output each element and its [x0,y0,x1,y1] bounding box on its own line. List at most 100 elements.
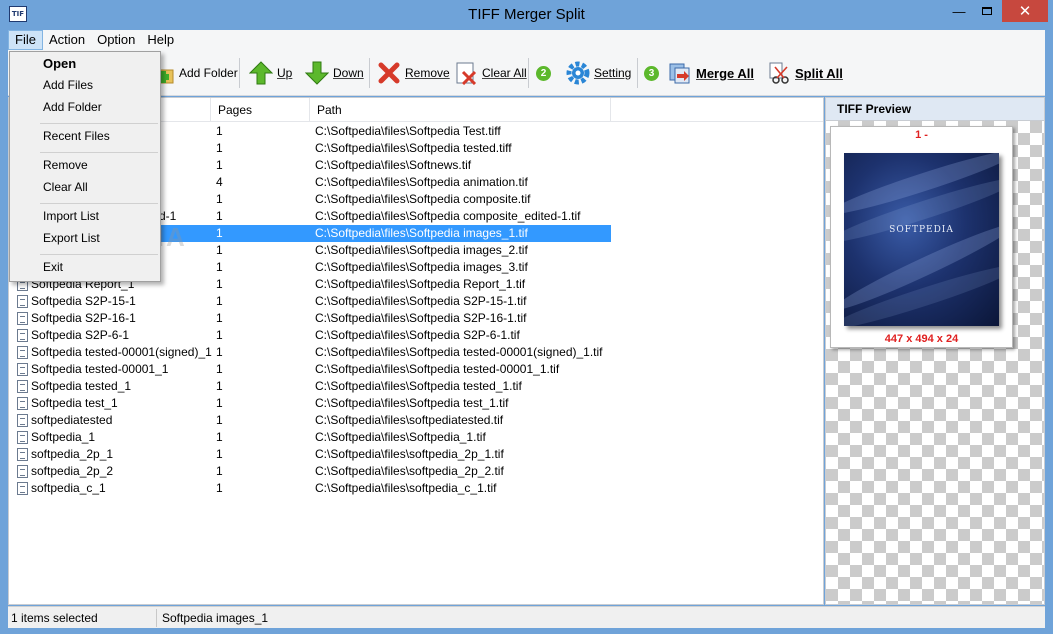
file-name-cell: Softpedia tested-00001_1 [31,362,169,376]
table-row[interactable]: softpedia_2p_1 1 C:\Softpedia\files\softpe… [9,446,823,463]
path-cell: C:\Softpedia\files\Softpedia test_1.tif [315,396,509,410]
pages-cell: 1 [216,192,223,206]
tiff-file-icon [17,380,28,393]
toolbar-separator [637,58,638,88]
thumbnail-dimensions: 447 x 494 x 24 [884,333,959,345]
pages-cell: 1 [216,362,223,376]
merge-all-button[interactable]: Merge All [668,59,754,87]
pages-cell: 1 [216,464,223,478]
menu-separator [40,123,158,124]
add-folder-button[interactable]: Add Folder [151,59,238,87]
split-all-button[interactable]: Split All [767,59,843,87]
menu-file[interactable]: File [8,30,43,50]
status-bar: 1 items selected Softpedia images_1 [8,606,1045,628]
file-name-cell: Softpedia S2P-16-1 [31,311,136,325]
table-row[interactable]: Softpedia test_1 1 C:\Softpedia\files\Soft… [9,395,823,412]
file-name-cell: softpedia_2p_1 [31,447,114,461]
pages-cell: 1 [216,413,223,427]
remove-button[interactable]: Remove [377,59,450,87]
table-row[interactable]: Softpedia S2P-16-1 1 C:\Softpedia\files\So… [9,310,823,327]
thumbnail-image: SOFTPEDIA [844,153,999,326]
tiff-file-icon [17,465,28,478]
table-row[interactable]: softpedia_c_1 1 C:\Softpedia\files\softped… [9,480,823,497]
pages-cell: 1 [216,430,223,444]
thumbnail-card[interactable]: 1 - SOFTPEDIA 447 x 494 x 24 [830,126,1013,348]
table-row[interactable]: Softpedia tested_1 1 C:\Softpedia\files\So… [9,378,823,395]
menu-item-open[interactable]: Open [11,53,159,74]
menu-separator [40,254,158,255]
pages-cell: 1 [216,226,223,240]
menu-item-remove[interactable]: Remove [11,155,159,176]
path-cell: C:\Softpedia\files\Softpedia animation.t… [315,175,528,189]
close-button[interactable]: ✕ [1002,0,1048,22]
table-row[interactable]: Softpedia S2P-15-1 1 C:\Softpedia\files\So… [9,293,823,310]
pages-cell: 1 [216,447,223,461]
path-cell: C:\Softpedia\files\Softpedia S2P-6-1.tif [315,328,520,342]
path-cell: C:\Softpedia\files\Softpedia tested-0000… [315,362,560,376]
up-label: Up [277,66,293,80]
table-row[interactable]: Softpedia S2P-6-1 1 C:\Softpedia\files\Sof… [9,327,823,344]
toolbar-separator [239,58,240,88]
file-name-cell: softpediatested [31,413,113,427]
up-button[interactable]: Up [248,59,293,87]
path-cell: C:\Softpedia\files\Softpedia images_2.ti… [315,243,528,257]
file-name-cell: Softpedia_1 [31,430,96,444]
path-cell: C:\Softpedia\files\Softpedia images_1.ti… [315,226,528,240]
preview-title: TIFF Preview [826,98,1044,121]
tiff-file-icon [17,295,28,308]
menu-item-import-list[interactable]: Import List [11,206,159,227]
setting-label: Setting [594,66,632,80]
menu-item-export-list[interactable]: Export List [11,228,159,249]
table-row[interactable]: Softpedia tested-00001(signed)_1 1 C:\Soft… [9,344,823,361]
menu-item-exit[interactable]: Exit [11,257,159,278]
minimize-button[interactable]: — [944,0,974,22]
step-2-icon: 2 [536,65,551,81]
tiff-file-icon [17,448,28,461]
path-cell: C:\Softpedia\files\Softpedia Test.tiff [315,124,501,138]
add-folder-label: Add Folder [179,66,238,80]
path-cell: C:\Softpedia\files\Softpedia_1.tif [315,430,486,444]
path-cell: C:\Softpedia\files\Softpedia Report_1.ti… [315,277,526,291]
pages-cell: 4 [216,175,223,189]
maximize-icon [982,7,992,15]
column-header-path[interactable]: Path [310,98,611,122]
down-button[interactable]: Down [304,59,364,87]
arrow-down-icon [304,61,330,85]
file-name-cell: Softpedia test_1 [31,396,118,410]
setting-button[interactable]: Setting [566,59,631,87]
menu-separator [40,152,158,153]
menu-item-recent-files[interactable]: Recent Files [11,126,159,147]
close-icon: ✕ [1018,3,1032,20]
clear-all-button[interactable]: Clear All [454,59,527,87]
split-all-label: Split All [795,65,843,81]
pages-cell: 1 [216,277,223,291]
menu-option[interactable]: Option [91,30,141,50]
menu-action[interactable]: Action [43,30,91,50]
step-3-badge: 3 [644,59,659,87]
tiff-file-icon [17,329,28,342]
table-row[interactable]: softpedia_2p_2 1 C:\Softpedia\files\softpe… [9,463,823,480]
menu-item-clear-all[interactable]: Clear All [11,177,159,198]
maximize-button[interactable] [974,0,1000,22]
table-row[interactable]: Softpedia tested-00001_1 1 C:\Softpedia\fi… [9,361,823,378]
status-selection: 1 items selected [11,611,98,625]
status-current-file: Softpedia images_1 [162,611,269,625]
pages-cell: 1 [216,294,223,308]
column-header-pages[interactable]: Pages [211,98,310,122]
window-title: TIFF Merger Split [468,6,585,23]
title-bar[interactable]: TIF TIFF Merger Split — ✕ [0,0,1053,30]
file-name-cell: Softpedia S2P-6-1 [31,328,130,342]
menu-item-add-files[interactable]: Add Files [11,75,159,96]
tiff-file-icon [17,397,28,410]
table-row[interactable]: Softpedia_1 1 C:\Softpedia\files\Softpedia… [9,429,823,446]
table-row[interactable]: softpediatested 1 C:\Softpedia\files\softp… [9,412,823,429]
menu-help[interactable]: Help [141,30,180,50]
remove-label: Remove [405,66,450,80]
preview-area[interactable]: 1 - SOFTPEDIA 447 x 494 x 24 [826,121,1044,604]
path-cell: C:\Softpedia\files\Softpedia S2P-15-1.ti… [315,294,527,308]
menu-item-add-folder[interactable]: Add Folder [11,97,159,118]
tiff-file-icon [17,363,28,376]
minimize-icon: — [952,3,966,19]
pages-cell: 1 [216,124,223,138]
pages-cell: 1 [216,481,223,495]
